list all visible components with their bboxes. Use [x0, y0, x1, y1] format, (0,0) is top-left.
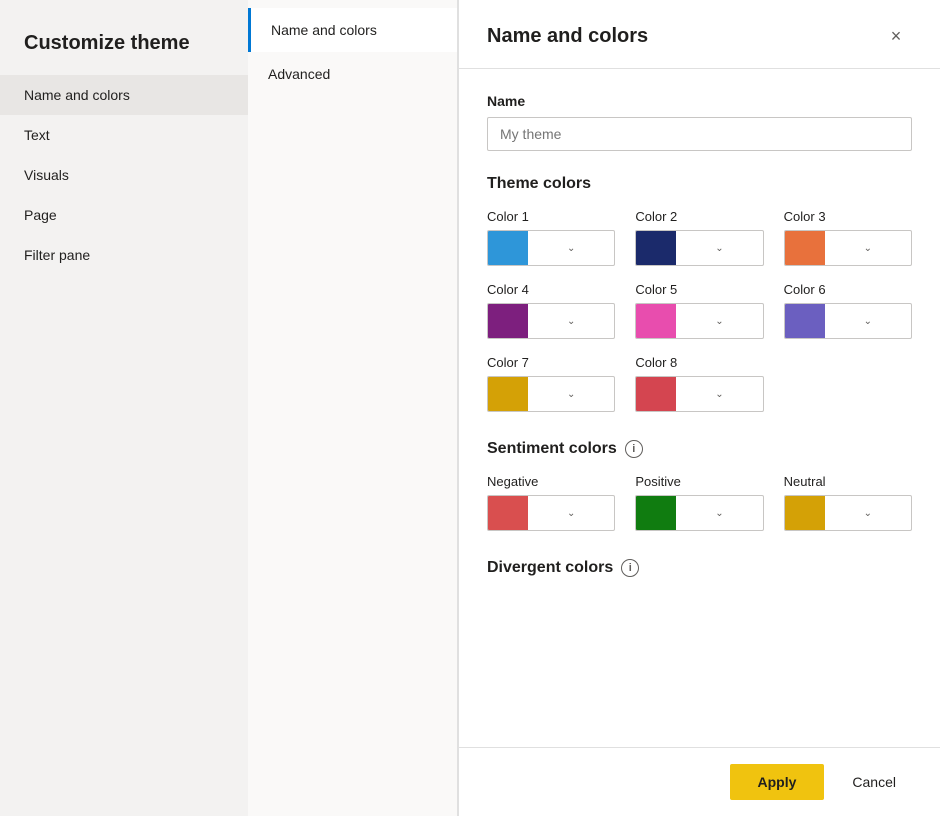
negative-swatch — [488, 496, 528, 530]
color-2-swatch — [636, 231, 676, 265]
color-6-dropdown[interactable]: ⌄ — [784, 303, 912, 339]
apply-button[interactable]: Apply — [730, 764, 825, 800]
right-panel-title: Name and colors — [487, 25, 648, 48]
middle-nav-advanced[interactable]: Advanced — [248, 52, 457, 96]
positive-label: Positive — [635, 474, 763, 489]
sentiment-positive-item: Positive ⌄ — [635, 474, 763, 531]
sidebar-item-text[interactable]: Text — [0, 115, 248, 155]
neutral-label: Neutral — [784, 474, 912, 489]
middle-nav-name-and-colors[interactable]: Name and colors — [248, 8, 457, 52]
neutral-dropdown[interactable]: ⌄ — [784, 495, 912, 531]
color-4-swatch — [488, 304, 528, 338]
cancel-button[interactable]: Cancel — [836, 764, 912, 800]
right-panel-header: Name and colors × — [459, 0, 940, 69]
color-5-dropdown[interactable]: ⌄ — [635, 303, 763, 339]
color-item-7: Color 7 ⌄ — [487, 355, 615, 412]
theme-colors-grid: Color 1 ⌄ Color 2 ⌄ Color 3 — [487, 209, 912, 412]
left-panel: Customize theme Name and colors Text Vis… — [0, 0, 248, 816]
color-2-arrow: ⌄ — [676, 243, 762, 254]
color-6-label: Color 6 — [784, 282, 912, 297]
negative-arrow: ⌄ — [528, 508, 614, 519]
color-2-label: Color 2 — [635, 209, 763, 224]
color-1-label: Color 1 — [487, 209, 615, 224]
color-3-arrow: ⌄ — [825, 243, 911, 254]
color-1-swatch — [488, 231, 528, 265]
color-4-dropdown[interactable]: ⌄ — [487, 303, 615, 339]
customize-theme-title: Customize theme — [0, 24, 248, 75]
color-item-8: Color 8 ⌄ — [635, 355, 763, 412]
color-item-5: Color 5 ⌄ — [635, 282, 763, 339]
name-label: Name — [487, 93, 912, 109]
positive-arrow: ⌄ — [676, 508, 762, 519]
sidebar-item-visuals[interactable]: Visuals — [0, 155, 248, 195]
color-2-dropdown[interactable]: ⌄ — [635, 230, 763, 266]
color-7-arrow: ⌄ — [528, 389, 614, 400]
name-input[interactable] — [487, 117, 912, 151]
right-panel-content: Name Theme colors Color 1 ⌄ Color 2 — [459, 69, 940, 747]
positive-swatch — [636, 496, 676, 530]
divergent-colors-title: Divergent colors — [487, 559, 613, 577]
close-button[interactable]: × — [880, 20, 912, 52]
sentiment-colors-header: Sentiment colors i — [487, 440, 912, 458]
color-6-swatch — [785, 304, 825, 338]
sidebar-item-page[interactable]: Page — [0, 195, 248, 235]
color-6-arrow: ⌄ — [825, 316, 911, 327]
right-panel: Name and colors × Name Theme colors Colo… — [458, 0, 940, 816]
middle-panel: Name and colors Advanced — [248, 0, 458, 816]
color-3-label: Color 3 — [784, 209, 912, 224]
sentiment-colors-title: Sentiment colors — [487, 440, 617, 458]
color-item-3: Color 3 ⌄ — [784, 209, 912, 266]
color-7-dropdown[interactable]: ⌄ — [487, 376, 615, 412]
sentiment-colors-grid: Negative ⌄ Positive ⌄ Neutral — [487, 474, 912, 531]
color-4-arrow: ⌄ — [528, 316, 614, 327]
color-5-label: Color 5 — [635, 282, 763, 297]
neutral-swatch — [785, 496, 825, 530]
sentiment-negative-item: Negative ⌄ — [487, 474, 615, 531]
color-8-dropdown[interactable]: ⌄ — [635, 376, 763, 412]
divergent-info-icon[interactable]: i — [621, 559, 639, 577]
sentiment-neutral-item: Neutral ⌄ — [784, 474, 912, 531]
right-panel-footer: Apply Cancel — [459, 747, 940, 816]
sidebar-item-filter-pane[interactable]: Filter pane — [0, 235, 248, 275]
color-item-6: Color 6 ⌄ — [784, 282, 912, 339]
color-1-dropdown[interactable]: ⌄ — [487, 230, 615, 266]
color-7-swatch — [488, 377, 528, 411]
color-item-2: Color 2 ⌄ — [635, 209, 763, 266]
color-7-label: Color 7 — [487, 355, 615, 370]
negative-label: Negative — [487, 474, 615, 489]
color-8-label: Color 8 — [635, 355, 763, 370]
color-5-arrow: ⌄ — [676, 316, 762, 327]
color-3-dropdown[interactable]: ⌄ — [784, 230, 912, 266]
negative-dropdown[interactable]: ⌄ — [487, 495, 615, 531]
color-4-label: Color 4 — [487, 282, 615, 297]
color-5-swatch — [636, 304, 676, 338]
color-1-arrow: ⌄ — [528, 243, 614, 254]
divergent-colors-header: Divergent colors i — [487, 559, 912, 577]
color-item-1: Color 1 ⌄ — [487, 209, 615, 266]
sentiment-info-icon[interactable]: i — [625, 440, 643, 458]
color-8-arrow: ⌄ — [676, 389, 762, 400]
sidebar-item-name-and-colors[interactable]: Name and colors — [0, 75, 248, 115]
color-8-swatch — [636, 377, 676, 411]
neutral-arrow: ⌄ — [825, 508, 911, 519]
positive-dropdown[interactable]: ⌄ — [635, 495, 763, 531]
theme-colors-title: Theme colors — [487, 175, 912, 193]
color-3-swatch — [785, 231, 825, 265]
color-item-4: Color 4 ⌄ — [487, 282, 615, 339]
